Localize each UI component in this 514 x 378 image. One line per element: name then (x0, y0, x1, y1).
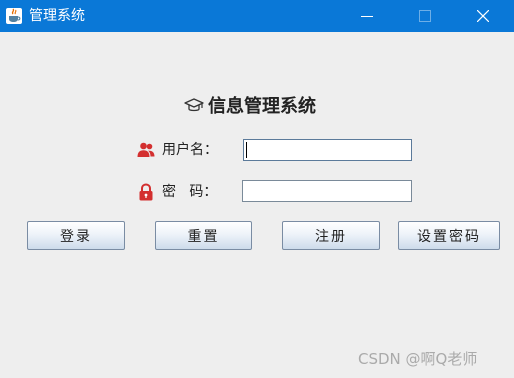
maximize-icon (419, 10, 431, 22)
page-title: 信息管理系统 (208, 96, 316, 117)
users-icon (137, 141, 155, 159)
minimize-button[interactable] (344, 0, 390, 32)
password-input[interactable] (242, 180, 412, 202)
window-title: 管理系统 (29, 8, 85, 24)
watermark: CSDN @啊Q老师 (358, 350, 478, 368)
set-password-button[interactable]: 设置密码 (398, 221, 500, 250)
minimize-icon (361, 16, 373, 17)
maximize-button[interactable] (402, 0, 448, 32)
java-cup-icon[interactable] (6, 8, 22, 24)
reset-button[interactable]: 重置 (155, 221, 252, 250)
username-label: 用户名： (162, 142, 218, 158)
close-icon (477, 10, 489, 22)
password-label: 密 码： (162, 184, 218, 200)
graduation-cap-icon (184, 98, 204, 112)
username-input[interactable] (243, 139, 412, 161)
system-heading: 信息管理系统 (184, 93, 316, 117)
title-bar[interactable]: 管理系统 (0, 0, 514, 32)
register-button[interactable]: 注册 (282, 221, 380, 250)
lock-icon (137, 183, 155, 201)
close-button[interactable] (460, 0, 506, 32)
text-caret (246, 142, 247, 158)
login-button[interactable]: 登录 (27, 221, 125, 250)
